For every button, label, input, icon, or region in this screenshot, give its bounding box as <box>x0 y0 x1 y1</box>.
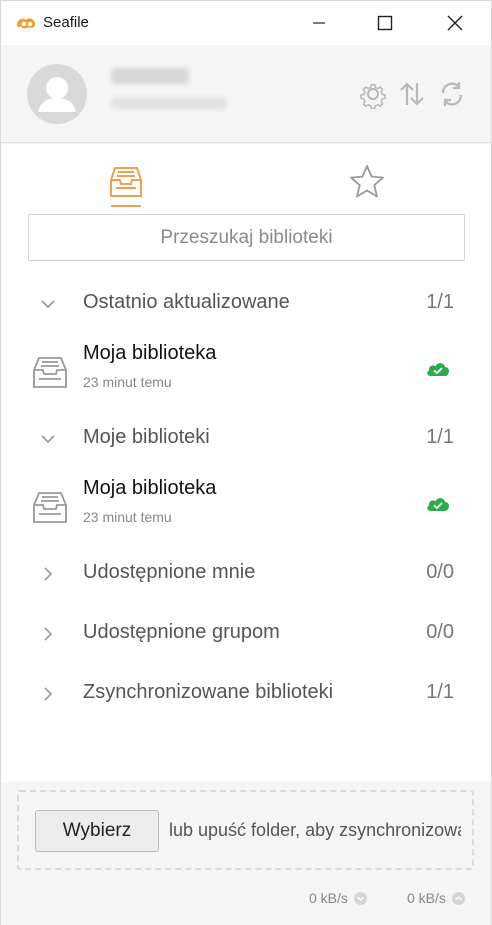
seafile-logo-icon <box>16 18 36 29</box>
chevron-right-icon <box>44 567 53 581</box>
library-tray-icon <box>110 167 142 197</box>
title-bar[interactable]: Seafile <box>1 1 491 45</box>
gear-icon <box>360 83 386 109</box>
library-item[interactable]: Moja biblioteka 23 minut temu <box>1 342 491 406</box>
library-tray-icon <box>33 492 67 523</box>
group-shared-with-me[interactable]: Udostępnione mnie 0/0 <box>1 553 491 593</box>
chevron-down-icon <box>41 300 55 309</box>
library-updated-time: 23 minut temu <box>83 509 172 525</box>
account-header <box>1 45 491 143</box>
cloud-synced-icon <box>427 363 449 376</box>
user-silhouette-icon <box>38 77 76 112</box>
group-label: Ostatnio aktualizowane <box>83 291 290 313</box>
account-server-redacted <box>111 97 227 109</box>
download-rate: 0 kB/s <box>309 890 367 906</box>
refresh-button[interactable] <box>436 78 468 110</box>
library-name: Moja biblioteka <box>83 342 217 364</box>
cloud-synced-icon <box>427 498 449 511</box>
search-box[interactable] <box>28 214 465 261</box>
group-count: 1/1 <box>426 426 454 448</box>
library-updated-time: 23 minut temu <box>83 374 172 390</box>
chevron-down-icon <box>41 435 55 444</box>
refresh-icon <box>441 82 463 106</box>
maximize-icon <box>377 15 393 31</box>
group-shared-with-groups[interactable]: Udostępnione grupom 0/0 <box>1 613 491 653</box>
search-input[interactable] <box>29 215 464 260</box>
maximize-button[interactable] <box>355 1 415 45</box>
close-button[interactable] <box>425 1 485 45</box>
group-label: Udostępnione grupom <box>83 621 280 643</box>
download-arrow-icon <box>353 891 367 905</box>
group-synced-libraries[interactable]: Zsynchronizowane biblioteki 1/1 <box>1 673 491 713</box>
group-label: Moje biblioteki <box>83 426 210 448</box>
chevron-right-icon <box>44 627 53 641</box>
star-icon <box>350 165 384 198</box>
group-count: 0/0 <box>426 621 454 643</box>
settings-button[interactable] <box>357 78 389 110</box>
group-label: Udostępnione mnie <box>83 561 256 583</box>
window-title: Seafile <box>43 14 89 31</box>
drop-hint-text: lub upuść folder, aby zsynchronizować <box>169 820 461 840</box>
group-recently-updated[interactable]: Ostatnio aktualizowane 1/1 <box>1 283 491 323</box>
library-name: Moja biblioteka <box>83 477 217 499</box>
minimize-button[interactable] <box>289 1 349 45</box>
upload-arrow-icon <box>451 891 465 905</box>
active-tab-indicator <box>111 205 141 207</box>
group-count: 1/1 <box>426 681 454 703</box>
account-name-redacted <box>111 68 189 84</box>
close-icon <box>447 15 463 31</box>
transfer-arrows-icon <box>400 82 424 106</box>
upload-rate: 0 kB/s <box>407 890 465 906</box>
upload-rate-value: 0 kB/s <box>407 890 446 906</box>
group-my-libraries[interactable]: Moje biblioteki 1/1 <box>1 418 491 458</box>
group-count: 0/0 <box>426 561 454 583</box>
avatar[interactable] <box>27 64 87 124</box>
download-rate-value: 0 kB/s <box>309 890 348 906</box>
library-item[interactable]: Moja biblioteka 23 minut temu <box>1 477 491 541</box>
tab-starred[interactable] <box>345 162 389 210</box>
seafile-window: Seafile Przeszukaj biblioteki Ostatnio a… <box>0 0 492 925</box>
footer: Wybierz lub upuść folder, aby zsynchroni… <box>1 782 491 925</box>
chevron-right-icon <box>44 687 53 701</box>
choose-folder-button[interactable]: Wybierz <box>35 810 159 852</box>
transfer-button[interactable] <box>396 78 428 110</box>
group-count: 1/1 <box>426 291 454 313</box>
tab-libraries[interactable] <box>104 162 148 210</box>
folder-drop-zone[interactable]: Wybierz lub upuść folder, aby zsynchroni… <box>17 790 474 870</box>
group-label: Zsynchronizowane biblioteki <box>83 681 334 703</box>
minimize-icon <box>313 22 325 24</box>
library-tray-icon <box>33 357 67 388</box>
main-panel: Ostatnio aktualizowane 1/1 Moja bibliote… <box>1 144 491 782</box>
